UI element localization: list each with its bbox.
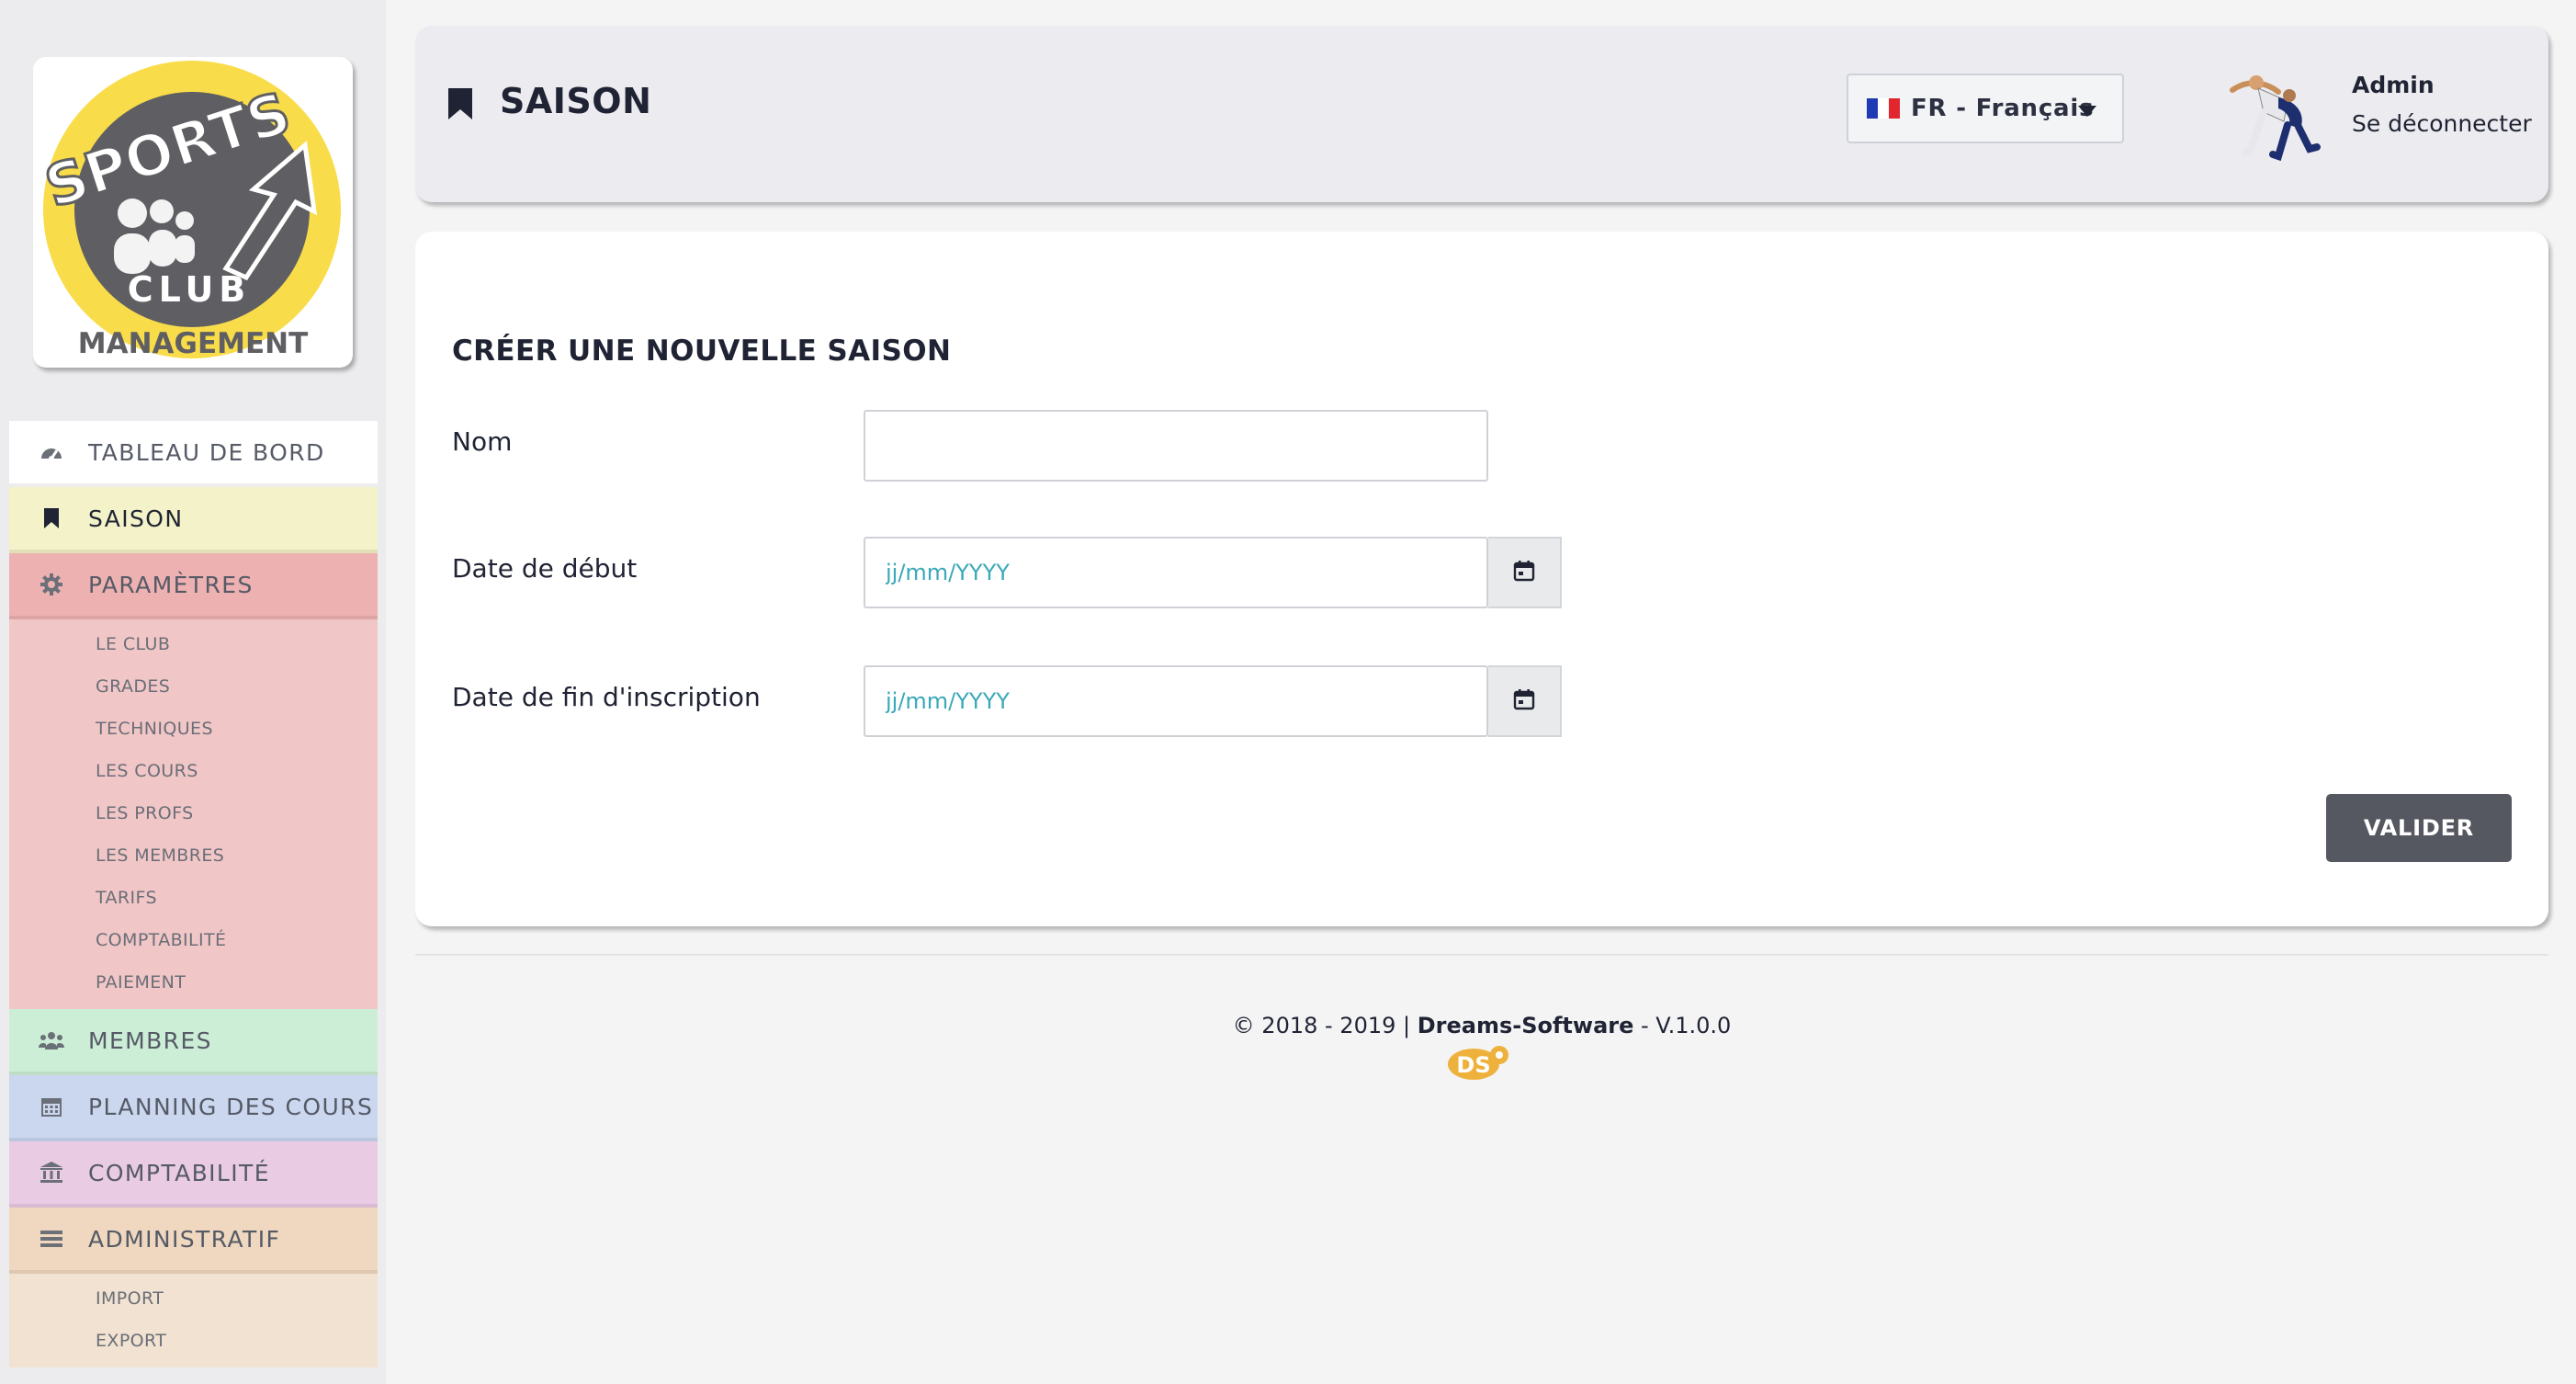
submenu-item-les-membres[interactable]: LES MEMBRES	[9, 834, 378, 877]
footer-copyright: © 2018 - 2019 | Dreams-Software - V.1.0.…	[415, 1013, 2548, 1038]
sidebar-item-label: COMPTABILITÉ	[88, 1159, 270, 1186]
sidebar-item-tableau-de-bord[interactable]: TABLEAU DE BORD	[9, 421, 378, 487]
list-icon	[35, 1231, 68, 1247]
dashboard-icon	[35, 442, 68, 462]
submenu-item-comptabilite[interactable]: COMPTABILITÉ	[9, 919, 378, 961]
sports-club-management-logo[interactable]: SPORTS CLUB MANAGEMENT	[33, 57, 353, 368]
france-flag-icon	[1867, 98, 1900, 119]
name-label: Nom	[452, 426, 513, 457]
calendar-icon	[35, 1096, 68, 1117]
sidebar-nav: TABLEAU DE BORD SAISON PARAMÈTRES LE CLU…	[9, 421, 378, 1367]
submenu-item-techniques[interactable]: TECHNIQUES	[9, 708, 378, 750]
copyright-text: © 2018 - 2019 |	[1232, 1013, 1418, 1038]
submenu-item-paiement[interactable]: PAIEMENT	[9, 961, 378, 1004]
company-name: Dreams-Software	[1417, 1013, 1634, 1038]
footer-divider	[415, 954, 2548, 956]
sidebar: SPORTS CLUB MANAGEMENT TABLEAU DE BORD S…	[0, 0, 386, 1384]
submenu-item-les-profs[interactable]: LES PROFS	[9, 792, 378, 834]
submenu-item-grades[interactable]: GRADES	[9, 665, 378, 708]
bookmark-icon	[35, 508, 68, 528]
page-title: SAISON	[500, 81, 652, 121]
calendar-icon	[1513, 688, 1535, 714]
language-select[interactable]: FR - Français	[1847, 74, 2124, 143]
user-name: Admin	[2352, 72, 2435, 98]
sidebar-item-label: TABLEAU DE BORD	[88, 438, 325, 466]
sidebar-item-membres[interactable]: MEMBRES	[9, 1009, 378, 1075]
judoka-avatar[interactable]	[2223, 64, 2326, 165]
end-date-calendar-button[interactable]	[1488, 665, 1562, 737]
caret-down-icon	[2078, 103, 2096, 120]
bookmark-icon	[448, 88, 472, 123]
end-date-input[interactable]	[864, 665, 1488, 737]
sidebar-item-administratif[interactable]: ADMINISTRATIF	[9, 1208, 378, 1274]
dreams-software-logo: DS	[1446, 1044, 1512, 1086]
logo-text-club: CLUB	[128, 269, 252, 310]
sidebar-item-label: MEMBRES	[88, 1027, 212, 1054]
footer-logo-text: DS	[1456, 1052, 1490, 1078]
form-title: CRÉER UNE NOUVELLE SAISON	[452, 335, 952, 368]
end-date-label: Date de fin d'inscription	[452, 682, 761, 712]
calendar-icon	[1513, 560, 1535, 585]
create-season-card: CRÉER UNE NOUVELLE SAISON Nom Date de dé…	[415, 232, 2548, 926]
bank-icon	[35, 1162, 68, 1184]
sidebar-item-label: SAISON	[88, 505, 184, 532]
sidebar-item-planning-des-cours[interactable]: PLANNING DES COURS	[9, 1075, 378, 1141]
submit-button[interactable]: VALIDER	[2326, 794, 2512, 862]
language-label: FR - Français	[1911, 95, 2095, 122]
logo-graphic: SPORTS CLUB MANAGEMENT	[36, 61, 341, 360]
sidebar-item-parametres[interactable]: PARAMÈTRES	[9, 553, 378, 619]
submenu-item-les-cours[interactable]: LES COURS	[9, 750, 378, 792]
top-header: SAISON FR - Français Admin Se déconnecte…	[415, 26, 2548, 202]
name-input[interactable]	[864, 410, 1488, 482]
sidebar-item-comptabilite[interactable]: COMPTABILITÉ	[9, 1141, 378, 1208]
start-date-input[interactable]	[864, 537, 1488, 608]
submenu-item-le-club[interactable]: LE CLUB	[9, 623, 378, 665]
gear-icon	[35, 573, 68, 596]
administratif-submenu: IMPORT EXPORT	[9, 1274, 378, 1367]
users-icon	[35, 1031, 68, 1049]
sidebar-item-saison[interactable]: SAISON	[9, 487, 378, 553]
version-text: - V.1.0.0	[1633, 1013, 1732, 1038]
logo-text-management: MANAGEMENT	[78, 327, 309, 360]
sidebar-item-label: PARAMÈTRES	[88, 571, 254, 598]
submenu-item-tarifs[interactable]: TARIFS	[9, 877, 378, 919]
submenu-item-export[interactable]: EXPORT	[9, 1320, 378, 1362]
submenu-item-import[interactable]: IMPORT	[9, 1277, 378, 1320]
sidebar-item-label: ADMINISTRATIF	[88, 1225, 281, 1253]
parametres-submenu: LE CLUB GRADES TECHNIQUES LES COURS LES …	[9, 619, 378, 1009]
start-date-calendar-button[interactable]	[1488, 537, 1562, 608]
sidebar-item-label: PLANNING DES COURS	[88, 1093, 374, 1120]
logout-link[interactable]: Se déconnecter	[2352, 110, 2532, 137]
start-date-label: Date de début	[452, 553, 638, 584]
